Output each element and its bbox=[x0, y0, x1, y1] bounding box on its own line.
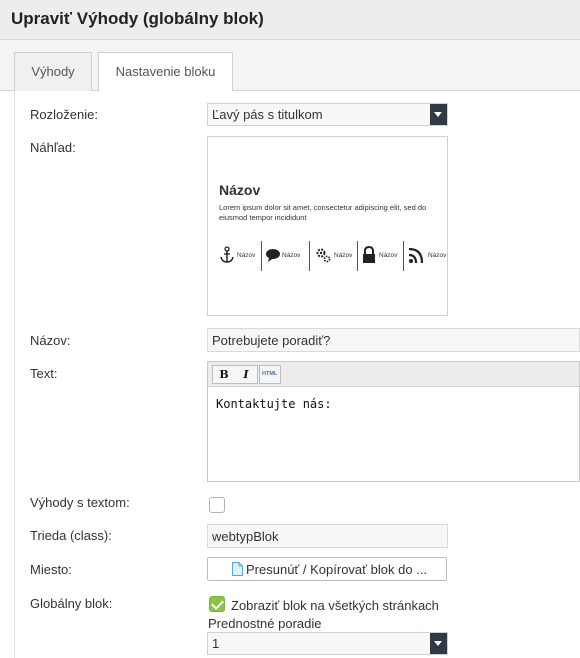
tab-bar: Výhody Nastavenie bloku bbox=[0, 40, 580, 92]
dialog-title: Upraviť Výhody (globálny blok) bbox=[11, 9, 264, 28]
benefits-with-text-checkbox[interactable] bbox=[209, 497, 225, 513]
benefits-with-text-label: Výhody s textom: bbox=[30, 495, 130, 510]
priority-label: Prednostné poradie bbox=[208, 616, 322, 631]
global-block-label: Globálny blok: bbox=[30, 596, 113, 611]
name-label: Názov: bbox=[30, 333, 71, 348]
preview-title: Názov bbox=[219, 182, 261, 198]
html-icon: HTML bbox=[262, 371, 278, 377]
editor-toolbar: B I HTML bbox=[208, 362, 579, 387]
preview-label: Náhľad: bbox=[30, 140, 76, 155]
preview-item-label: Názov bbox=[282, 252, 301, 259]
preview-item-label: Názov bbox=[428, 252, 447, 259]
layout-label: Rozloženie: bbox=[30, 107, 98, 122]
layout-select[interactable]: Ľavý pás s titulkom bbox=[207, 103, 448, 126]
gears-icon bbox=[316, 248, 331, 263]
preview-item-label: Názov bbox=[379, 252, 398, 259]
anchor-icon bbox=[220, 246, 234, 263]
show-on-all-pages-checkbox[interactable] bbox=[209, 596, 225, 612]
bold-button[interactable]: B bbox=[213, 366, 235, 383]
tab-nastavenie-bloku[interactable]: Nastavenie bloku bbox=[98, 52, 233, 92]
tab-vyhody[interactable]: Výhody bbox=[14, 52, 92, 92]
italic-button[interactable]: I bbox=[235, 366, 257, 383]
layout-preview: Názov Lorem ipsum dolor sit amet, consec… bbox=[207, 136, 448, 316]
preview-icon-row: Názov Názov Názov Názov Názov bbox=[214, 241, 448, 271]
rss-icon bbox=[408, 247, 424, 264]
css-class-label: Trieda (class): bbox=[30, 528, 112, 543]
preview-divider bbox=[309, 241, 310, 271]
preview-item-label: Názov bbox=[334, 252, 353, 259]
preview-item-label: Názov bbox=[237, 252, 256, 259]
name-input[interactable]: Potrebujete poradiť? bbox=[207, 328, 580, 352]
text-label: Text: bbox=[30, 366, 58, 381]
preview-divider bbox=[403, 241, 404, 271]
priority-select[interactable]: 1 bbox=[207, 632, 448, 655]
chevron-down-icon[interactable] bbox=[430, 104, 447, 125]
css-class-input[interactable]: webtypBlok bbox=[207, 524, 448, 548]
format-button-group: B I bbox=[212, 365, 258, 384]
move-copy-block-label: Presunúť / Kopírovať blok do ... bbox=[246, 562, 428, 577]
dialog-header: Upraviť Výhody (globálny blok) bbox=[0, 0, 580, 40]
html-source-button[interactable]: HTML bbox=[259, 365, 281, 384]
document-icon bbox=[232, 562, 243, 576]
preview-divider bbox=[357, 241, 358, 271]
speech-bubble-icon bbox=[266, 249, 280, 262]
preview-text: Lorem ipsum dolor sit amet, consectetur … bbox=[219, 203, 427, 222]
chevron-down-icon[interactable] bbox=[430, 633, 447, 654]
editor-content[interactable]: Kontaktujte nás: bbox=[216, 397, 332, 411]
name-input-value: Potrebujete poradiť? bbox=[212, 333, 331, 348]
layout-select-value: Ľavý pás s titulkom bbox=[212, 107, 323, 122]
priority-select-value: 1 bbox=[212, 636, 220, 651]
rich-text-editor: B I HTML Kontaktujte nás: bbox=[207, 361, 580, 482]
preview-divider bbox=[261, 241, 262, 271]
lock-icon bbox=[363, 246, 375, 263]
place-label: Miesto: bbox=[30, 562, 72, 577]
show-on-all-pages-label: Zobraziť blok na všetkých stránkach bbox=[231, 598, 439, 613]
move-copy-block-button[interactable]: Presunúť / Kopírovať blok do ... bbox=[207, 557, 447, 581]
css-class-input-value: webtypBlok bbox=[212, 529, 279, 544]
